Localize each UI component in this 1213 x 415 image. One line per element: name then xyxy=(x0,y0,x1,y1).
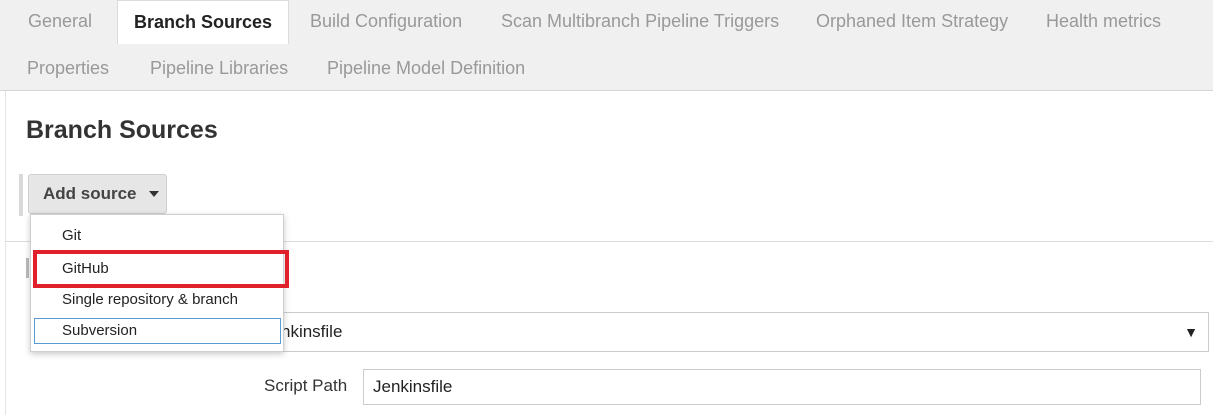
menu-item-single-repository-branch[interactable]: Single repository & branch xyxy=(31,291,283,308)
menu-item-github[interactable]: GitHub xyxy=(31,260,283,277)
tab-health-metrics[interactable]: Health metrics xyxy=(1030,0,1177,42)
script-path-input[interactable] xyxy=(363,369,1201,405)
menu-item-git[interactable]: Git xyxy=(31,227,283,244)
script-path-label: Script Path xyxy=(264,376,348,395)
section-title: Branch Sources xyxy=(26,116,218,144)
add-source-label: Add source xyxy=(43,184,137,203)
tab-pipeline-model-definition[interactable]: Pipeline Model Definition xyxy=(311,47,541,89)
tab-bar: General Branch Sources Build Configurati… xyxy=(0,0,1213,91)
tab-properties[interactable]: Properties xyxy=(11,47,125,89)
menu-item-subversion[interactable]: Subversion xyxy=(34,318,281,344)
tab-scan-multibranch-pipeline-triggers[interactable]: Scan Multibranch Pipeline Triggers xyxy=(485,0,795,42)
build-mode-select[interactable]: nkinsfile ▼ xyxy=(255,312,1209,352)
section-marker xyxy=(19,174,23,216)
tab-branch-sources[interactable]: Branch Sources xyxy=(117,0,290,44)
tab-general[interactable]: General xyxy=(12,0,108,42)
dropdown-arrow-icon: ▼ xyxy=(1184,324,1198,340)
caret-down-icon xyxy=(148,191,159,197)
build-mode-value: nkinsfile xyxy=(281,322,343,341)
tab-orphaned-item-strategy[interactable]: Orphaned Item Strategy xyxy=(800,0,1024,42)
tab-pipeline-libraries[interactable]: Pipeline Libraries xyxy=(134,47,304,89)
add-source-menu: Git GitHub Single repository & branch Su… xyxy=(30,214,284,352)
tab-build-configuration[interactable]: Build Configuration xyxy=(294,0,478,42)
section-marker-2 xyxy=(26,258,29,278)
add-source-button[interactable]: Add source xyxy=(28,174,167,214)
